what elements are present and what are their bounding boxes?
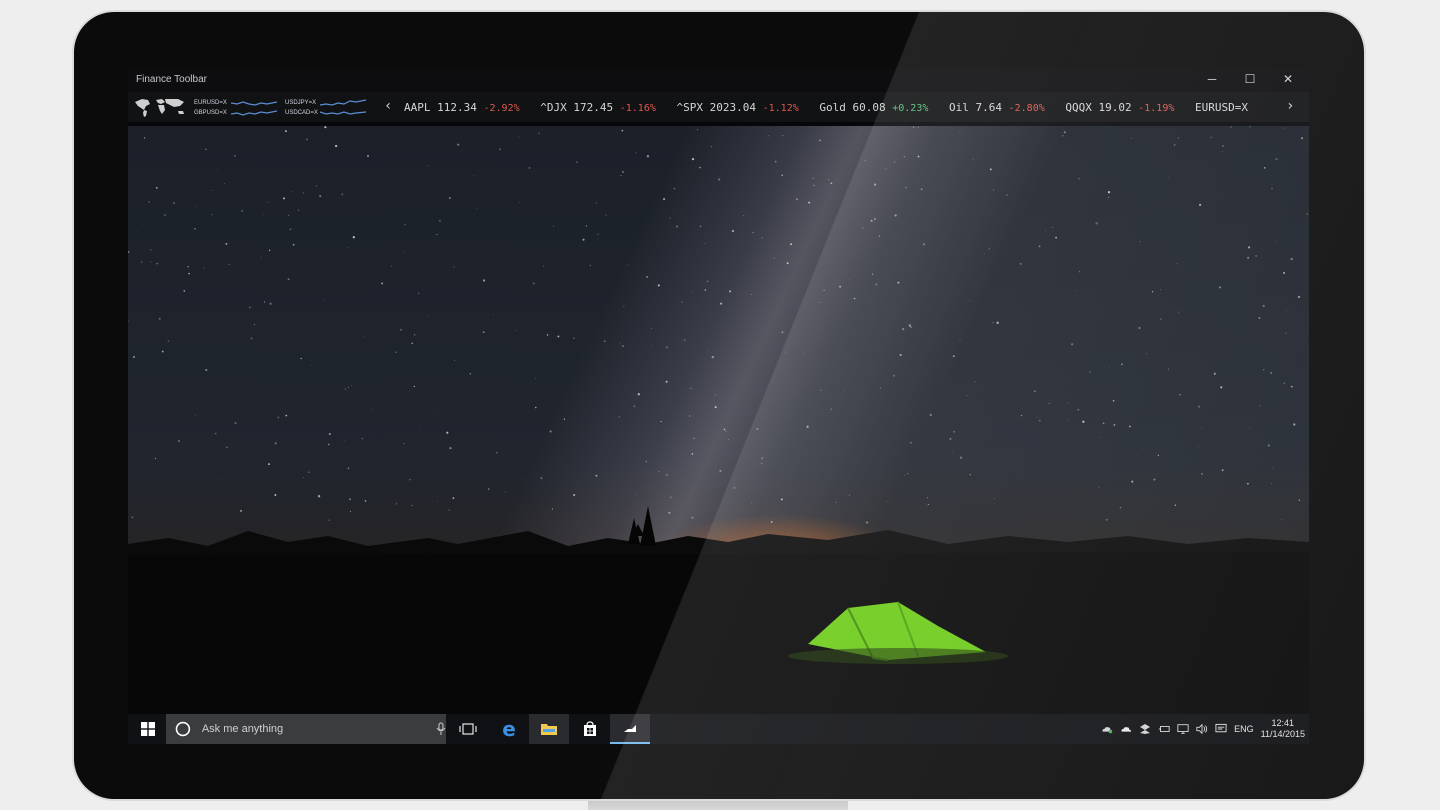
app-title: Finance Toolbar (136, 74, 207, 85)
action-center-icon[interactable] (1215, 723, 1227, 735)
ticker-quotes: AAPL 112.34 -2.92% ^DJX 172.45 -1.16% ^S… (404, 101, 1262, 114)
volume-icon[interactable] (1196, 723, 1208, 735)
quote-symbol: QQQX (1065, 101, 1092, 114)
mini-chart-label: GBPUSD=X (194, 110, 227, 116)
ticker-toolbar: EURUSD=X GBPUSD=X USDJPY=X USDCAD=X ‹ AA… (128, 92, 1309, 122)
system-tray: ENG 12:41 11/14/2015 (1101, 714, 1305, 744)
clock-time: 12:41 (1271, 718, 1295, 728)
desktop-wallpaper (128, 126, 1309, 744)
monitor-bezel: Finance Toolbar ─ ☐ ✕ EURUSD=X GBPUSD=X … (74, 12, 1364, 799)
quote-change: -2.80% (1008, 103, 1045, 114)
ticker-prev-arrow[interactable]: ‹ (384, 98, 392, 114)
quote-item[interactable]: EURUSD=X (1195, 101, 1248, 114)
wallpaper-scene (128, 126, 1309, 744)
close-button[interactable]: ✕ (1269, 68, 1307, 92)
sparkline-usdcad[interactable] (320, 108, 366, 118)
quote-item[interactable]: QQQX 19.02 -1.19% (1065, 101, 1174, 114)
sparkline-gbpusd[interactable] (231, 108, 277, 118)
quote-symbol: ^SPX (676, 101, 704, 114)
minimize-button[interactable]: ─ (1193, 68, 1231, 92)
sparkline-eurusd[interactable] (231, 98, 277, 108)
onedrive-sync-icon[interactable] (1101, 723, 1113, 735)
quote-symbol: Gold (819, 101, 846, 114)
cortana-icon (175, 721, 191, 737)
edge-icon: e (502, 717, 516, 741)
quote-symbol: ^DJX (540, 101, 567, 114)
microphone-icon[interactable] (436, 722, 446, 736)
language-indicator[interactable]: ENG (1234, 724, 1254, 734)
store-bag-icon (584, 721, 596, 736)
maximize-button[interactable]: ☐ (1231, 68, 1269, 92)
task-view-icon (459, 723, 477, 735)
quote-symbol: EURUSD=X (1194, 101, 1248, 114)
app-title-bar: Finance Toolbar ─ ☐ ✕ (128, 68, 1309, 92)
battery-plug-icon[interactable] (1158, 723, 1170, 735)
windows-logo-icon (141, 722, 155, 736)
taskbar: e (128, 714, 1309, 744)
quote-item[interactable]: AAPL 112.34 -2.92% (404, 101, 520, 114)
quote-change: -1.16% (619, 103, 656, 114)
quote-item[interactable]: ^SPX 2023.04 -1.12% (677, 101, 799, 114)
quote-price: 7.64 (975, 101, 1002, 114)
world-map-icon[interactable] (132, 96, 188, 118)
network-icon[interactable] (1177, 723, 1189, 735)
search-box[interactable] (166, 714, 446, 744)
mini-chart-label: USDJPY=X (285, 100, 317, 106)
quote-price: 2023.04 (709, 101, 756, 114)
task-view-button[interactable] (448, 714, 488, 744)
cloud-icon[interactable] (1120, 723, 1132, 735)
quote-item[interactable]: Oil 7.64 -2.80% (949, 101, 1045, 114)
quote-change: -2.92% (483, 103, 520, 114)
search-input[interactable] (199, 722, 413, 736)
dropbox-icon[interactable] (1139, 723, 1151, 735)
ticker-next-arrow[interactable]: › (1286, 98, 1294, 114)
quote-change: -1.12% (762, 103, 799, 114)
clock[interactable]: 12:41 11/14/2015 (1261, 718, 1305, 740)
quote-price: 112.34 (437, 101, 477, 114)
quote-item[interactable]: Gold 60.08 +0.23% (819, 101, 928, 114)
mini-chart-label: USDCAD=X (285, 110, 318, 116)
clock-date: 11/14/2015 (1260, 729, 1305, 739)
finance-toolbar-taskbar-button[interactable] (610, 714, 650, 744)
quote-price: 172.45 (573, 101, 614, 114)
file-explorer-button[interactable] (529, 714, 569, 744)
start-button[interactable] (128, 714, 168, 744)
mini-chart-label: EURUSD=X (194, 100, 227, 106)
finance-chart-icon (624, 725, 636, 732)
quote-symbol: Oil (948, 101, 969, 114)
quote-symbol: AAPL (404, 101, 431, 114)
quote-item[interactable]: ^DJX 172.45 -1.16% (540, 101, 656, 114)
folder-icon (541, 724, 557, 735)
quote-change: -1.19% (1138, 103, 1175, 114)
quote-price: 60.08 (852, 101, 886, 114)
edge-browser-button[interactable]: e (489, 714, 529, 744)
quote-price: 19.02 (1098, 101, 1132, 114)
quote-change: +0.23% (892, 103, 929, 114)
sparkline-usdjpy[interactable] (320, 98, 366, 108)
desktop-screen: Finance Toolbar ─ ☐ ✕ EURUSD=X GBPUSD=X … (128, 68, 1309, 744)
store-button[interactable] (570, 714, 610, 744)
